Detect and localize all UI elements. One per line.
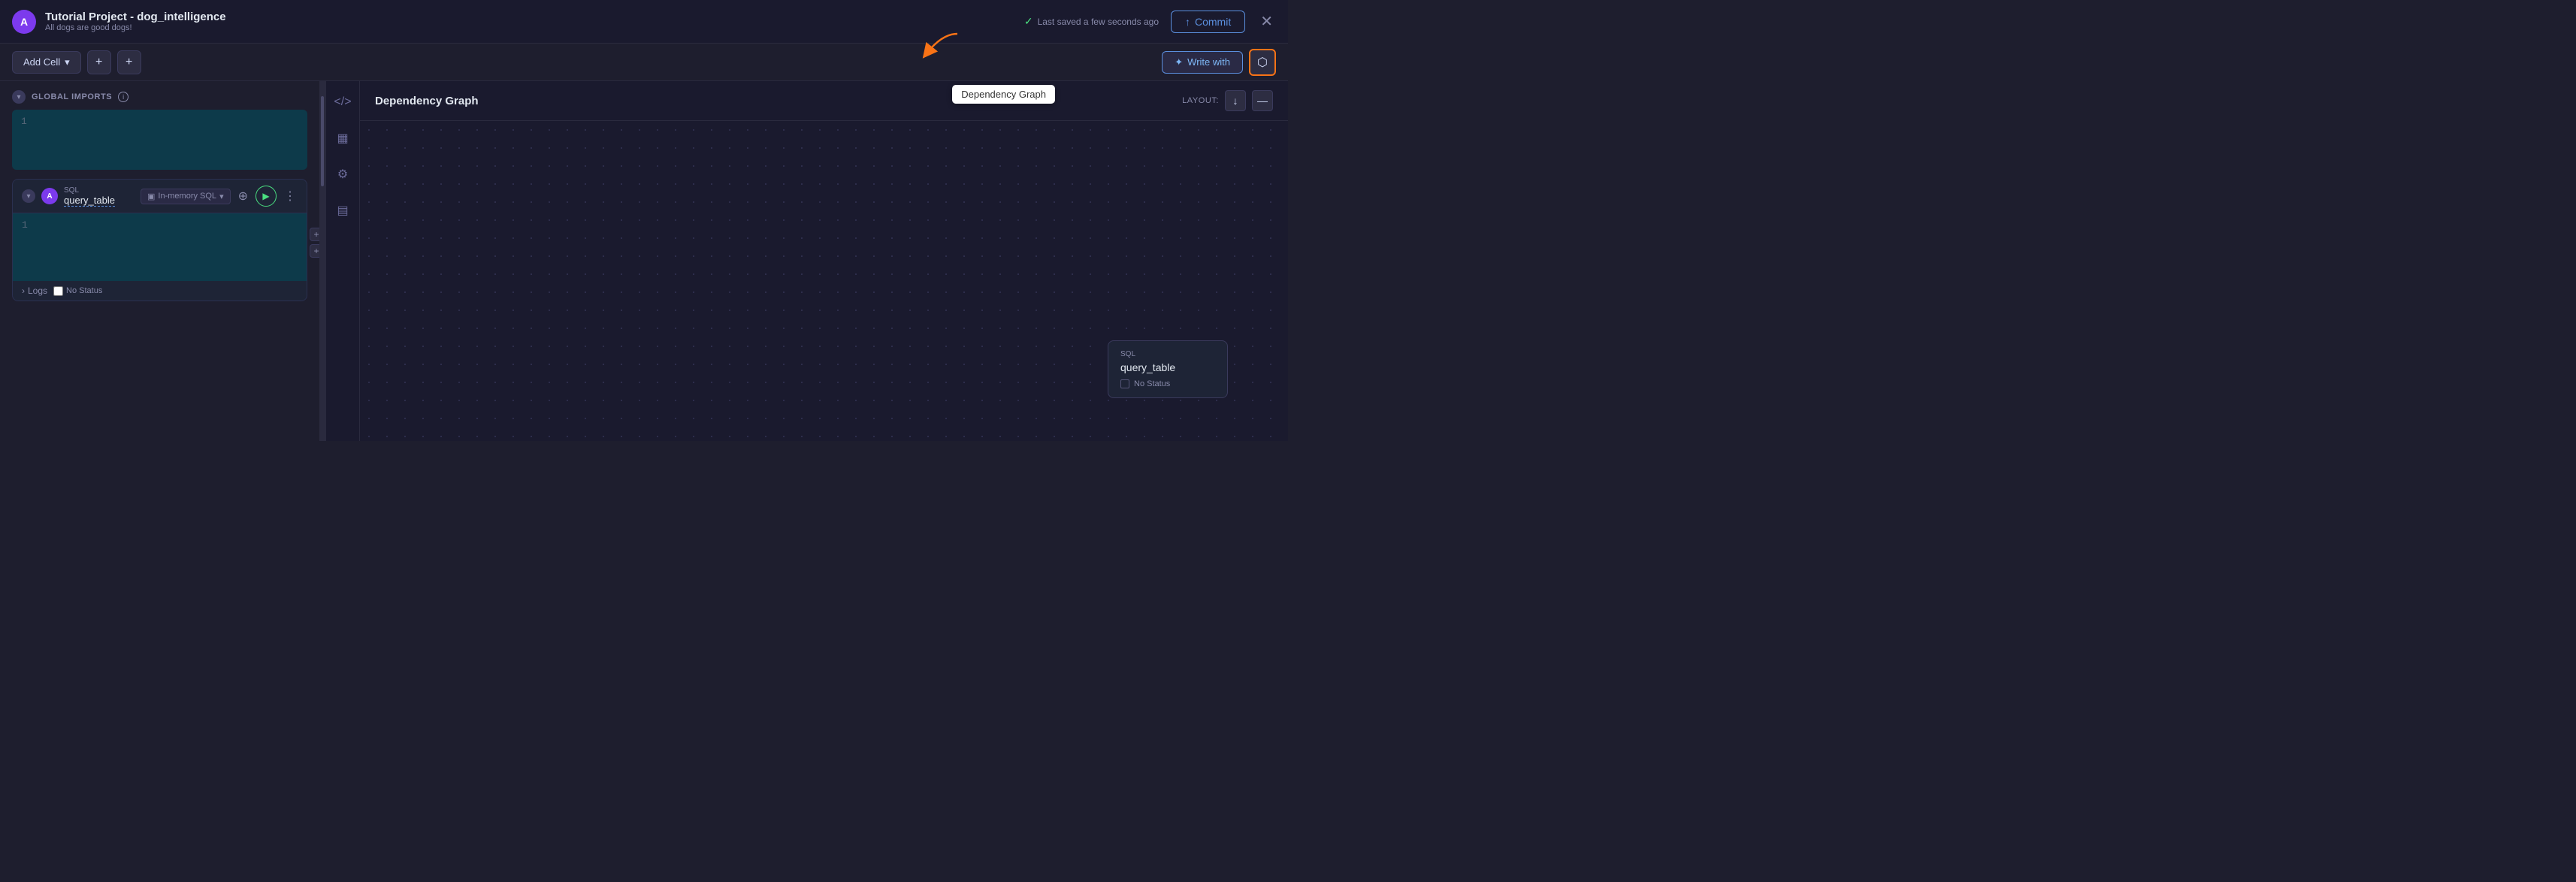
sql-editor[interactable]: 1	[13, 213, 307, 281]
logs-button[interactable]: › Logs	[22, 285, 47, 296]
library-icon[interactable]: ▤	[331, 198, 355, 222]
line-number-1: 1	[21, 116, 27, 127]
status-label: No Status	[66, 286, 102, 295]
global-imports-header: ▾ GLOBAL IMPORTS i	[12, 90, 307, 104]
add-cell-button[interactable]: Add Cell ▾	[12, 51, 81, 74]
project-subtitle: All dogs are good dogs!	[45, 23, 226, 32]
side-icons-panel: </> ▦ ⚙ ▤	[325, 81, 360, 441]
global-imports-info[interactable]: i	[118, 92, 128, 102]
toolbar: Add Cell ▾ + + ✦ Write with ⬡ Dependency…	[0, 44, 1288, 81]
right-panel: Dependency Graph LAYOUT: ↓ — SQL query_t…	[360, 81, 1288, 441]
global-imports-chevron[interactable]: ▾	[12, 90, 26, 104]
dependency-graph-button[interactable]: ⬡	[1249, 49, 1276, 76]
add-between-top[interactable]: +	[310, 228, 319, 241]
db-chevron: ▾	[219, 192, 224, 201]
ellipsis-icon: ⋮	[284, 189, 296, 204]
scrollbar-thumb[interactable]	[321, 96, 324, 186]
cell-title-area: SQL query_table	[64, 186, 115, 207]
dep-node-checkbox	[1120, 379, 1129, 388]
plus-icon-2: +	[125, 56, 132, 69]
plus-icon-1: +	[95, 56, 102, 69]
commit-button[interactable]: ↑ Commit	[1171, 11, 1245, 33]
dep-node-status-label: No Status	[1134, 379, 1170, 388]
saved-text: Last saved a few seconds ago	[1038, 17, 1159, 27]
dep-graph-tooltip: Dependency Graph	[952, 85, 1055, 104]
db-selector[interactable]: ▣ In-memory SQL ▾	[141, 189, 231, 204]
commit-icon: ↑	[1185, 16, 1190, 28]
add-below-button[interactable]: +	[117, 50, 141, 74]
sql-cell: ▾ A SQL query_table ▣ In-memory SQL ▾ ⊕ …	[12, 179, 307, 301]
cell-name[interactable]: query_table	[64, 195, 115, 207]
global-imports-title: GLOBAL IMPORTS	[32, 92, 112, 101]
add-param-button[interactable]: ⊕	[237, 187, 249, 205]
play-icon: ▶	[262, 191, 269, 201]
cell-footer: › Logs No Status	[13, 281, 307, 301]
run-button[interactable]: ▶	[255, 186, 277, 207]
close-button[interactable]: ✕	[1257, 9, 1276, 34]
cell-header: ▾ A SQL query_table ▣ In-memory SQL ▾ ⊕ …	[13, 180, 307, 213]
sql-line-number: 1	[22, 219, 28, 231]
cell-logo: A	[41, 188, 58, 204]
saved-status: ✓ Last saved a few seconds ago	[1024, 15, 1159, 28]
dep-node-type: SQL	[1120, 350, 1215, 358]
cell-chevron[interactable]: ▾	[22, 189, 35, 203]
cell-menu-button[interactable]: ⋮	[283, 187, 298, 205]
layout-down-button[interactable]: ↓	[1225, 90, 1246, 111]
db-icon: ▣	[147, 192, 155, 201]
code-icon[interactable]: </>	[331, 90, 355, 114]
project-title: Tutorial Project - dog_intelligence	[45, 11, 226, 23]
write-with-label: Write with	[1187, 56, 1230, 68]
add-above-button[interactable]: +	[87, 50, 111, 74]
add-cell-label: Add Cell	[23, 56, 60, 68]
scrollbar-divider	[319, 81, 325, 441]
topbar: A Tutorial Project - dog_intelligence Al…	[0, 0, 1288, 44]
dep-graph-node-query-table[interactable]: SQL query_table No Status	[1108, 340, 1228, 398]
logs-label: Logs	[28, 285, 47, 296]
dep-node-name: query_table	[1120, 361, 1215, 373]
write-with-button[interactable]: ✦ Write with	[1162, 51, 1243, 74]
right-panel-header: Dependency Graph LAYOUT: ↓ —	[360, 81, 1288, 121]
add-between-buttons: + +	[310, 228, 319, 258]
add-cell-chevron: ▾	[65, 56, 70, 68]
logs-chevron: ›	[22, 285, 25, 296]
main-area: ▾ GLOBAL IMPORTS i 1 ▾ A SQL query_table…	[0, 81, 1288, 441]
cell-type-label: SQL	[64, 186, 115, 195]
dep-node-status: No Status	[1120, 379, 1215, 388]
db-label: In-memory SQL	[158, 192, 216, 201]
calendar-icon[interactable]: ▦	[331, 126, 355, 150]
add-param-icon: ⊕	[238, 189, 248, 204]
dep-graph-canvas[interactable]: SQL query_table No Status	[360, 121, 1288, 441]
layout-minus-button[interactable]: —	[1252, 90, 1273, 111]
left-panel: ▾ GLOBAL IMPORTS i 1 ▾ A SQL query_table…	[0, 81, 319, 441]
sparkle-icon: ✦	[1175, 56, 1183, 68]
check-icon: ✓	[1024, 15, 1033, 28]
project-title-area: Tutorial Project - dog_intelligence All …	[45, 11, 226, 32]
add-between-bottom[interactable]: +	[310, 244, 319, 258]
dep-graph-title: Dependency Graph	[375, 95, 1176, 107]
settings-icon[interactable]: ⚙	[331, 162, 355, 186]
status-checkbox[interactable]	[53, 286, 63, 296]
app-logo: A	[12, 10, 36, 34]
status-area: No Status	[53, 286, 102, 296]
layout-label: LAYOUT:	[1182, 96, 1219, 105]
dep-graph-icon: ⬡	[1257, 55, 1268, 70]
global-imports-editor[interactable]: 1	[12, 110, 307, 170]
